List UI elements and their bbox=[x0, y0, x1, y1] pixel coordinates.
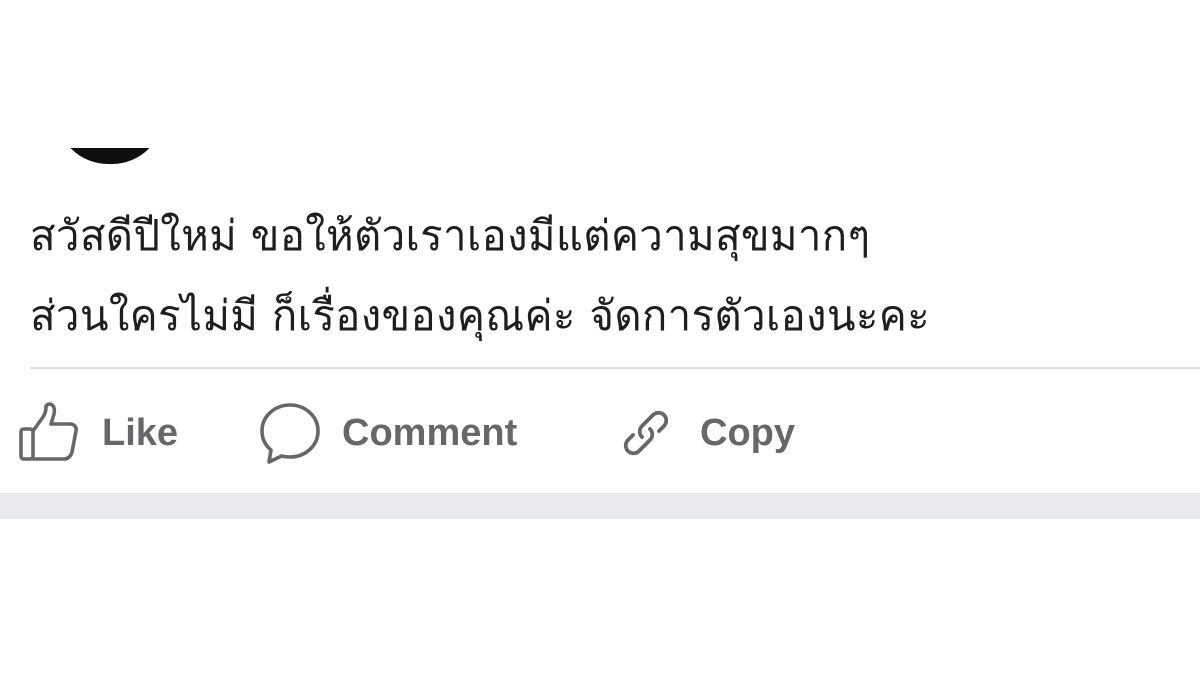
post-text: สวัสดีปีใหม่ ขอให้ตัวเราเองมีแต่ความสุขม… bbox=[30, 196, 1190, 356]
post-text-line-1: สวัสดีปีใหม่ ขอให้ตัวเราเองมีแต่ความสุขม… bbox=[30, 211, 871, 260]
divider bbox=[30, 367, 1200, 369]
next-post-area bbox=[0, 519, 1200, 675]
speech-bubble-icon bbox=[258, 401, 322, 465]
copy-label: Copy bbox=[700, 411, 795, 454]
post-card: สวัสดีปีใหม่ ขอให้ตัวเราเองมีแต่ความสุขม… bbox=[0, 0, 1200, 493]
like-label: Like bbox=[102, 411, 179, 454]
action-bar: Like Comment Copy bbox=[0, 393, 1200, 473]
avatar[interactable] bbox=[56, 148, 164, 164]
feed-separator bbox=[0, 493, 1200, 519]
post-text-line-2: ส่วนใครไม่มี ก็เรื่องของคุณค่ะ จัดการตัว… bbox=[30, 291, 930, 340]
comment-button[interactable]: Comment bbox=[258, 393, 517, 473]
like-button[interactable]: Like bbox=[18, 393, 178, 473]
thumbs-up-icon bbox=[18, 402, 80, 464]
copy-button[interactable]: Copy bbox=[616, 393, 795, 473]
link-icon bbox=[616, 403, 676, 463]
comment-label: Comment bbox=[342, 411, 518, 454]
